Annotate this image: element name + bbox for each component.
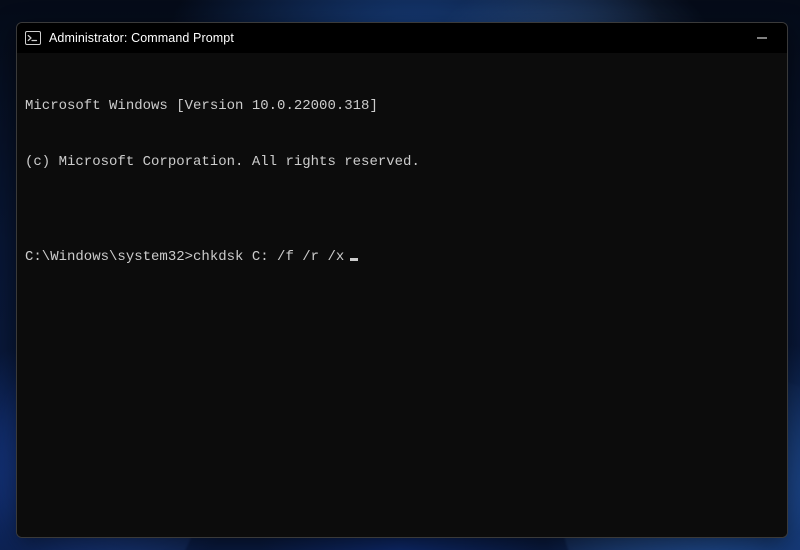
terminal-line: Microsoft Windows [Version 10.0.22000.31… — [25, 97, 779, 116]
minimize-button[interactable] — [739, 23, 785, 53]
terminal-prompt-line: C:\Windows\system32>chkdsk C: /f /r /x — [25, 248, 779, 267]
terminal-output[interactable]: Microsoft Windows [Version 10.0.22000.31… — [17, 53, 787, 537]
command-prompt-window: Administrator: Command Prompt Microsoft … — [16, 22, 788, 538]
titlebar[interactable]: Administrator: Command Prompt — [17, 23, 787, 53]
command-prompt-icon — [25, 30, 41, 46]
terminal-cursor — [350, 258, 358, 261]
terminal-prompt: C:\Windows\system32> — [25, 249, 193, 265]
window-title: Administrator: Command Prompt — [49, 31, 234, 45]
terminal-line: (c) Microsoft Corporation. All rights re… — [25, 153, 779, 172]
terminal-command: chkdsk C: /f /r /x — [193, 249, 344, 265]
